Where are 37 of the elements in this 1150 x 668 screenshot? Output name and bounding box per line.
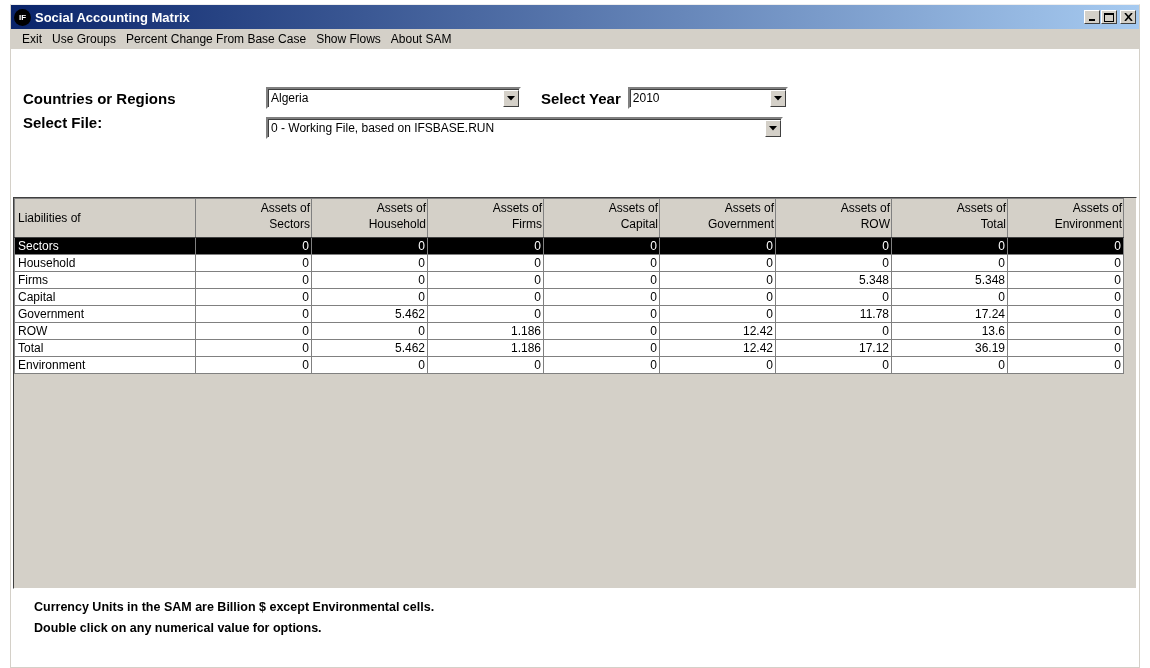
menu-item[interactable]: Percent Change From Base Case (121, 32, 312, 46)
maximize-button[interactable] (1101, 10, 1117, 24)
close-icon (1123, 13, 1133, 21)
info-text: Double click on any numerical value for options. (34, 620, 323, 637)
table-row[interactable]: Sectors 0 0 0 0 0 0 0 0 (14, 237, 1124, 255)
table-row[interactable]: Total 0 5.462 1.186 0 12.42 17.12 36.19 0 (14, 339, 1124, 357)
field-label: Select Year (541, 89, 621, 107)
table-row[interactable]: Environment 0 0 0 0 0 0 0 0 (14, 356, 1124, 374)
year-dropdown[interactable]: 2010 (627, 87, 788, 109)
menu-item[interactable]: About SAM (385, 32, 457, 46)
minimize-button[interactable] (1084, 10, 1100, 24)
table-row[interactable]: Capital 0 0 0 0 0 0 0 0 (14, 288, 1124, 306)
region-dropdown[interactable]: Algeria (266, 87, 521, 109)
column-header: Assets of Sectors (195, 198, 312, 238)
menu-item[interactable]: Show Flows (311, 32, 386, 46)
app-icon: IF (14, 8, 31, 26)
menu-item[interactable]: Use Groups (47, 32, 122, 46)
table-row[interactable]: Household 0 0 0 0 0 0 0 0 (14, 254, 1124, 272)
field-label: Countries or Regions (23, 89, 177, 107)
table-row[interactable]: Firms 0 0 0 0 0 5.348 5.348 0 (14, 271, 1124, 289)
column-header: Assets of Total (891, 198, 1008, 238)
table-row[interactable]: ROW 0 0 1.186 0 12.42 0 13.6 0 (14, 322, 1124, 340)
close-button[interactable] (1120, 10, 1136, 24)
maximize-icon (1104, 12, 1114, 22)
window-title: Social Accounting Matrix (35, 9, 191, 25)
file-dropdown[interactable]: 0 - Working File, based on IFSBASE.RUN (266, 117, 783, 139)
column-header: Assets of Firms (427, 198, 544, 238)
table-row[interactable]: Government 0 5.462 0 0 0 11.78 17.24 0 (14, 305, 1124, 323)
column-header: Assets of Capital (543, 198, 660, 238)
column-header: Liabilities of (14, 198, 196, 238)
column-header: Assets of Government (659, 198, 776, 238)
column-header: Assets of Environment (1007, 198, 1124, 238)
menu-item[interactable]: Exit (17, 32, 47, 46)
field-label: Select File: (23, 114, 104, 131)
column-header: Assets of Household (311, 198, 428, 238)
column-header: Assets of ROW (775, 198, 892, 238)
info-text: Currency Units in the SAM are Billion $ except Environmental cells. (34, 599, 436, 616)
